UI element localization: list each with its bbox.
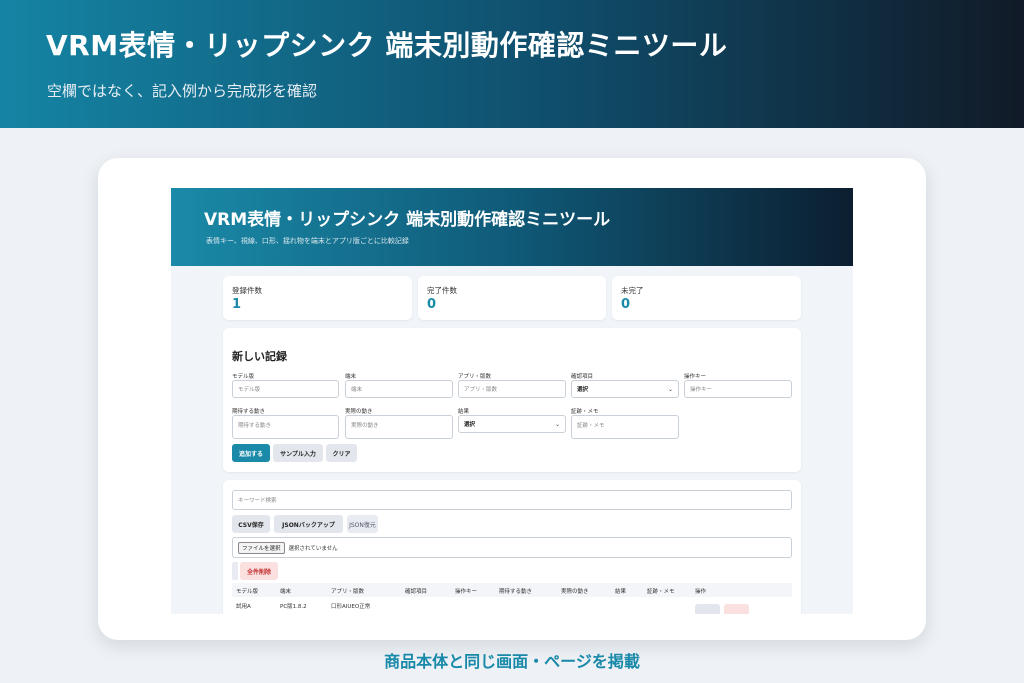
app-version-input[interactable]: アプリ・版数 — [458, 380, 566, 398]
col-header: 操作キー — [455, 589, 478, 595]
result-label: 結果 — [458, 409, 470, 415]
records-panel: キーワード検索 CSV保存 JSONバックアップ JSON復元 ファイルを選択 … — [223, 480, 801, 614]
app-version-label: アプリ・版数 — [458, 374, 492, 380]
stat-label: 未完了 — [621, 286, 644, 295]
app-subtitle: 表情キー、視線、口形、揺れ物を端末とアプリ版ごとに比較記録 — [206, 237, 409, 245]
scroll-handle — [232, 562, 238, 580]
col-header: 操作 — [695, 589, 707, 595]
key-label: 操作キー — [684, 374, 707, 380]
check-item-select[interactable]: 選択 ⌄ — [571, 380, 679, 398]
hero-subtitle: 空欄ではなく、記入例から完成形を確認 — [47, 82, 318, 100]
result-select[interactable]: 選択 ⌄ — [458, 415, 566, 433]
model-input[interactable]: モデル版 — [232, 380, 339, 398]
stat-completed: 完了件数 0 — [418, 276, 606, 320]
search-input[interactable]: キーワード検索 — [232, 490, 792, 510]
hero-title: VRM表情・リップシンク 端末別動作確認ミニツール — [46, 29, 728, 62]
file-choose-button[interactable]: ファイルを選択 — [238, 541, 285, 554]
col-header: 端末 — [280, 589, 292, 595]
result-value: 選択 — [464, 422, 476, 428]
app-title: VRM表情・リップシンク 端末別動作確認ミニツール — [204, 210, 611, 230]
json-restore-button[interactable]: JSON復元 — [347, 515, 378, 533]
key-input[interactable]: 操作キー — [684, 380, 792, 398]
json-backup-button[interactable]: JSONバックアップ — [274, 515, 343, 533]
table-cell: 試用A — [236, 604, 251, 610]
form-heading: 新しい記録 — [232, 350, 287, 363]
col-header: アプリ・版数 — [331, 589, 365, 595]
actual-label: 実際の動き — [345, 409, 373, 415]
clear-button[interactable]: クリア — [326, 444, 357, 462]
delete-all-button[interactable]: 全件削除 — [240, 562, 278, 580]
stat-registered: 登録件数 1 — [223, 276, 412, 320]
new-record-panel: 新しい記録 モデル版 モデル版 端末 端末 アプリ・版数 アプリ・版数 確認項目… — [223, 328, 801, 472]
edit-button[interactable] — [695, 604, 720, 614]
expected-textarea[interactable]: 期待する動き — [232, 415, 339, 439]
hero-banner: VRM表情・リップシンク 端末別動作確認ミニツール 空欄ではなく、記入例から完成… — [0, 0, 1024, 128]
check-item-value: 選択 — [577, 387, 589, 393]
col-header: モデル版 — [236, 589, 259, 595]
app-header: VRM表情・リップシンク 端末別動作確認ミニツール 表情キー、視線、口形、揺れ物… — [171, 188, 853, 266]
stat-label: 完了件数 — [427, 286, 457, 295]
caption: 商品本体と同じ画面・ページを掲載 — [384, 652, 640, 671]
col-header: 確認項目 — [405, 589, 428, 595]
table-cell: PC版1.8.2 — [280, 604, 307, 610]
add-button[interactable]: 追加する — [232, 444, 270, 462]
device-input[interactable]: 端末 — [345, 380, 453, 398]
model-label: モデル版 — [232, 374, 255, 380]
expected-label: 期待する動き — [232, 409, 266, 415]
check-item-label: 確認項目 — [571, 374, 594, 380]
col-header: 証跡・メモ — [647, 589, 675, 595]
evidence-label: 証跡・メモ — [571, 409, 599, 415]
file-status: 選択されていません — [288, 545, 338, 552]
file-input[interactable]: ファイルを選択 選択されていません — [232, 537, 792, 558]
csv-save-button[interactable]: CSV保存 — [232, 515, 270, 533]
app-screen: VRM表情・リップシンク 端末別動作確認ミニツール 表情キー、視線、口形、揺れ物… — [171, 188, 853, 614]
chevron-down-icon: ⌄ — [667, 385, 673, 393]
stat-label: 登録件数 — [232, 286, 262, 295]
evidence-textarea[interactable]: 証跡・メモ — [571, 415, 679, 439]
stat-incomplete: 未完了 0 — [612, 276, 801, 320]
actual-textarea[interactable]: 実際の動き — [345, 415, 453, 439]
table-cell: 口形AIUEO正常 — [331, 604, 371, 610]
stat-value: 0 — [621, 297, 631, 312]
chevron-down-icon: ⌄ — [554, 420, 560, 428]
stat-value: 0 — [427, 297, 437, 312]
col-header: 実際の動き — [561, 589, 589, 595]
delete-button[interactable] — [724, 604, 749, 614]
col-header: 期待する動き — [499, 589, 533, 595]
device-label: 端末 — [345, 374, 357, 380]
sample-button[interactable]: サンプル入力 — [273, 444, 323, 462]
col-header: 結果 — [615, 589, 627, 595]
stat-value: 1 — [232, 297, 242, 312]
